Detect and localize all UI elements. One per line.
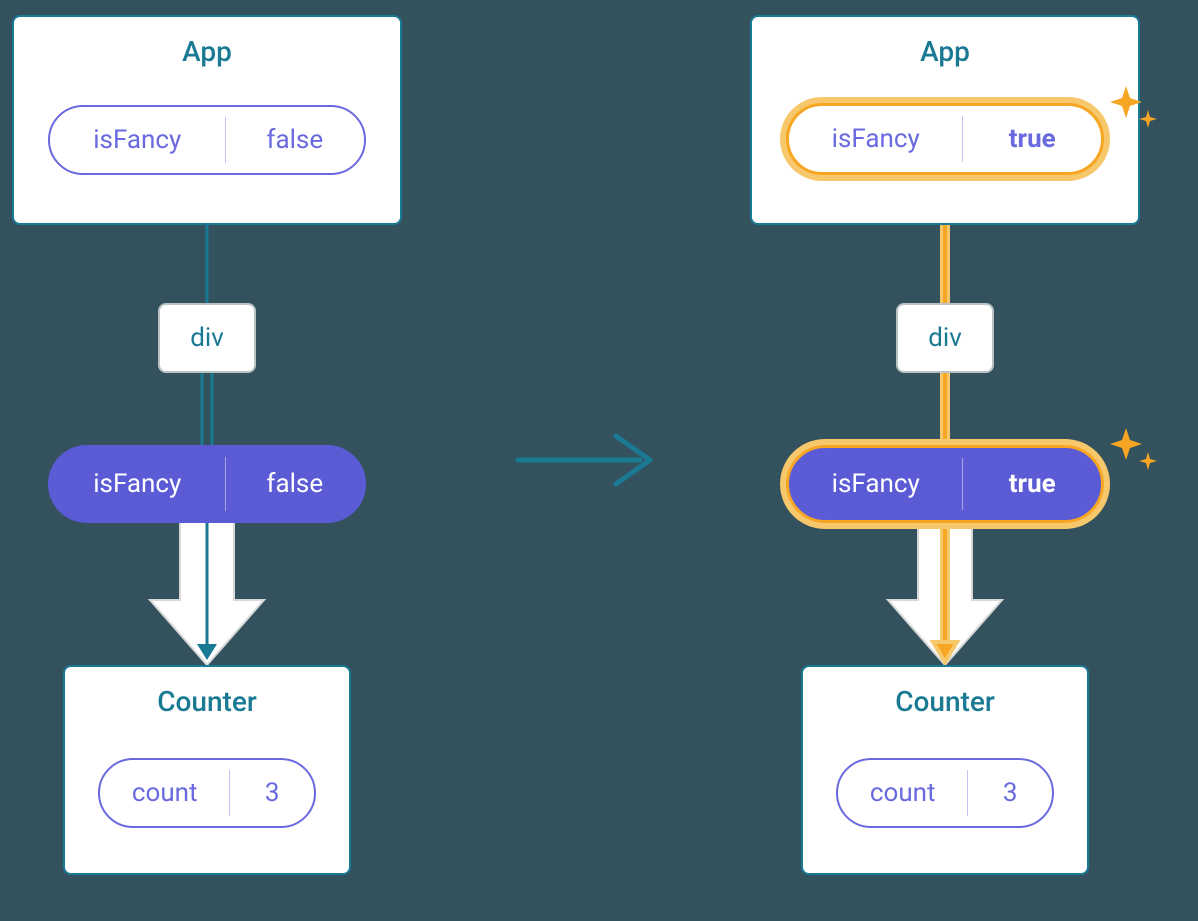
counter-title-right: Counter (803, 685, 1087, 718)
counter-state-value-left: 3 (230, 760, 314, 826)
counter-state-value-right: 3 (968, 760, 1052, 826)
sparkle-icon (1108, 424, 1168, 484)
counter-state-pill-right: count 3 (836, 758, 1054, 828)
div-label-right: div (928, 323, 962, 353)
prop-key-right: isFancy (789, 448, 962, 520)
app-state-pill-left: isFancy false (48, 105, 366, 175)
counter-title-left: Counter (65, 685, 349, 718)
app-state-key-left: isFancy (50, 107, 225, 173)
app-title-left: App (14, 35, 400, 68)
prop-value-left: false (226, 447, 364, 521)
prop-key-left: isFancy (50, 447, 225, 521)
prop-pill-left: isFancy false (48, 445, 366, 523)
app-title-right: App (752, 35, 1138, 68)
counter-state-pill-left: count 3 (98, 758, 316, 828)
app-state-pill-right: isFancy true (786, 103, 1104, 175)
app-state-value-right: true (963, 106, 1101, 172)
prop-value-right: true (963, 448, 1101, 520)
div-label-left: div (190, 323, 224, 353)
counter-state-key-right: count (838, 760, 967, 826)
state-preservation-diagram: App isFancy false div isFancy false Coun… (0, 0, 1198, 921)
counter-state-key-left: count (100, 760, 229, 826)
div-box-left: div (158, 303, 256, 373)
div-box-right: div (896, 303, 994, 373)
app-state-key-right: isFancy (789, 106, 962, 172)
app-state-value-left: false (226, 107, 364, 173)
prop-pill-right: isFancy true (786, 445, 1104, 523)
